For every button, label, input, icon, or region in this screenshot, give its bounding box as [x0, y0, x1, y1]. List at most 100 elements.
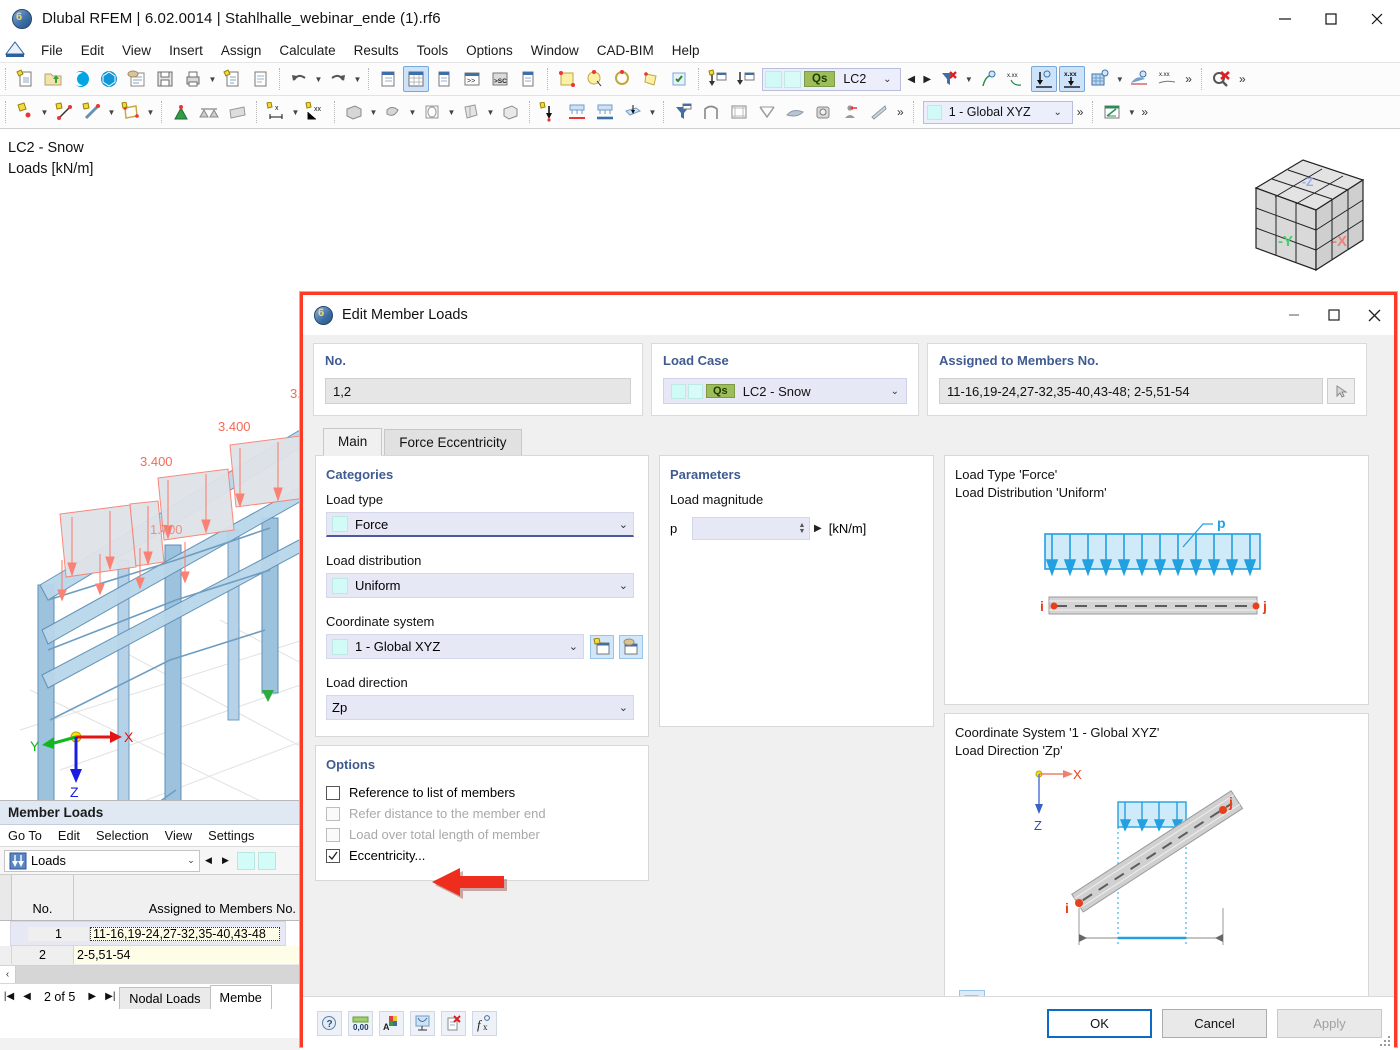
animation-icon[interactable] — [726, 99, 752, 125]
new-surface-dropdown-icon[interactable]: ▼ — [145, 99, 156, 125]
close-icon[interactable] — [1354, 0, 1400, 38]
edit-coordinate-system-button[interactable] — [619, 634, 643, 659]
load-values-icon[interactable]: x.xx — [1059, 66, 1086, 92]
spinner-icon[interactable]: ▲ ▼ — [795, 522, 809, 535]
option-eccentricity[interactable]: Eccentricity... — [316, 845, 648, 866]
maximize-icon[interactable] — [1308, 0, 1354, 38]
navigator-icon[interactable] — [375, 66, 401, 92]
toolbar-overflow-2-icon[interactable]: » — [1235, 72, 1250, 86]
new-member-icon[interactable] — [79, 99, 105, 125]
chevron-down-icon[interactable]: ⌄ — [619, 579, 628, 592]
print-icon[interactable] — [180, 66, 206, 92]
table-menu-selection[interactable]: Selection — [88, 828, 157, 843]
units-button[interactable]: 0,00 — [348, 1011, 373, 1036]
dialog-close-icon[interactable] — [1354, 295, 1394, 335]
chevron-down-icon[interactable]: ⌄ — [569, 640, 578, 653]
select-by-window-icon[interactable] — [554, 66, 580, 92]
checkbox[interactable] — [326, 785, 340, 800]
table-list-icon[interactable] — [431, 66, 457, 92]
load-case-selector[interactable]: Qs LC2 ⌄ — [762, 67, 902, 91]
new-model-icon[interactable] — [12, 66, 38, 92]
save-icon[interactable] — [152, 66, 178, 92]
delete-results-icon[interactable] — [1208, 66, 1234, 92]
table-menu-view[interactable]: View — [157, 828, 201, 843]
contact-dropdown-icon[interactable]: ▼ — [407, 99, 418, 125]
hide-loads-icon[interactable] — [733, 66, 759, 92]
viewpoint-icon[interactable] — [838, 99, 864, 125]
menu-item-cad-bim[interactable]: CAD-BIM — [588, 40, 663, 61]
menu-item-results[interactable]: Results — [345, 40, 408, 61]
menu-item-calculate[interactable]: Calculate — [270, 40, 344, 61]
open-recent-icon[interactable] — [124, 66, 150, 92]
load-case-prev-icon[interactable]: ◀ — [903, 74, 919, 85]
dimension-icon[interactable]: x — [263, 99, 289, 125]
open-folder-icon[interactable] — [40, 66, 66, 92]
work-plane-dropdown-icon[interactable]: ▼ — [1126, 99, 1137, 125]
menu-item-help[interactable]: Help — [663, 40, 709, 61]
navigation-cube[interactable]: -Y -X -Z — [1238, 148, 1378, 281]
table-next-icon[interactable]: ▶ — [217, 855, 234, 866]
frame-icon[interactable] — [698, 99, 724, 125]
table-prev-icon[interactable]: ◀ — [200, 855, 217, 866]
block-icon[interactable] — [497, 99, 523, 125]
help-button[interactable]: ? — [317, 1011, 342, 1036]
nodal-load-icon[interactable] — [536, 99, 562, 125]
formula-button[interactable]: fx — [472, 1011, 497, 1036]
tab-main[interactable]: Main — [323, 428, 383, 456]
chevron-down-icon[interactable]: ⌄ — [619, 701, 628, 714]
option-reference-to-list[interactable]: Reference to list of members — [316, 782, 648, 803]
cancel-button[interactable]: Cancel — [1162, 1009, 1267, 1038]
menu-item-tools[interactable]: Tools — [408, 40, 458, 61]
undo-icon[interactable] — [286, 66, 312, 92]
menu-item-assign[interactable]: Assign — [212, 40, 271, 61]
table-row[interactable]: 1 11-16,19-24,27-32,35-40,43-48 — [10, 921, 286, 946]
line-support-icon[interactable] — [196, 99, 222, 125]
page-next-icon[interactable]: ▶ — [83, 985, 101, 1009]
document-icon[interactable] — [247, 66, 273, 92]
print-dropdown-icon[interactable]: ▼ — [207, 66, 218, 92]
load-distribution-select[interactable]: Uniform ⌄ — [326, 573, 634, 598]
select-lasso-icon[interactable] — [582, 66, 608, 92]
menu-item-view[interactable]: View — [113, 40, 160, 61]
line-load-icon[interactable] — [592, 99, 618, 125]
menu-item-window[interactable]: Window — [522, 40, 588, 61]
surface-smooth-icon[interactable] — [782, 99, 808, 125]
report-table-icon[interactable] — [515, 66, 541, 92]
chevron-down-icon[interactable]: ⌄ — [891, 386, 899, 397]
page-first-icon[interactable]: |◀ — [0, 985, 18, 1009]
coordinate-system-selector[interactable]: 1 - Global XYZ ⌄ — [922, 100, 1073, 124]
rfem-icon[interactable] — [96, 66, 122, 92]
chevron-down-icon[interactable]: ⌄ — [619, 518, 628, 531]
scroll-left-icon[interactable]: ‹ — [0, 966, 16, 983]
magnitude-expand-icon[interactable]: ▶ — [814, 523, 822, 534]
cell-members[interactable]: 11-16,19-24,27-32,35-40,43-48 — [90, 926, 280, 941]
table-row[interactable]: 2 2-5,51-54 — [0, 946, 300, 965]
solid-icon[interactable] — [341, 99, 367, 125]
chevron-down-icon[interactable]: ⌄ — [876, 74, 898, 85]
scroll-track[interactable] — [16, 966, 300, 983]
show-surfaces-icon[interactable] — [1087, 66, 1113, 92]
dimension-dropdown-icon[interactable]: ▼ — [290, 99, 301, 125]
tab-force-eccentricity[interactable]: Force Eccentricity — [384, 429, 522, 455]
cell-members[interactable]: 2-5,51-54 — [74, 946, 300, 964]
coordinate-system-select[interactable]: 1 - Global XYZ ⌄ — [326, 634, 584, 659]
table-menu-edit[interactable]: Edit — [50, 828, 88, 843]
show-values-icon[interactable]: x.xx — [1003, 66, 1029, 92]
loads-visible-icon[interactable] — [1031, 66, 1058, 92]
assigned-members-field[interactable]: 11-16,19-24,27-32,35-40,43-48; 2-5,51-54 — [939, 378, 1323, 404]
load-case-field[interactable]: Qs LC2 - Snow ⌄ — [663, 378, 907, 404]
surface-load-icon[interactable] — [620, 99, 646, 125]
tab-nodal-loads[interactable]: Nodal Loads — [119, 987, 211, 1009]
pick-members-button[interactable] — [1327, 378, 1355, 404]
toolbar-overflow-4-icon[interactable]: » — [1073, 105, 1088, 119]
undo-dropdown-icon[interactable]: ▼ — [313, 66, 324, 92]
surface-support-icon[interactable] — [224, 99, 250, 125]
member-load-icon[interactable] — [564, 99, 590, 125]
clip-plane-icon[interactable] — [866, 99, 892, 125]
delete-entry-button[interactable] — [441, 1011, 466, 1036]
show-deformation-icon[interactable] — [975, 66, 1001, 92]
load-type-select[interactable]: Force ⌄ — [326, 512, 634, 537]
show-loads-icon[interactable] — [705, 66, 731, 92]
minimize-icon[interactable] — [1262, 0, 1308, 38]
table-type-selector[interactable]: Loads ⌄ — [4, 849, 200, 872]
